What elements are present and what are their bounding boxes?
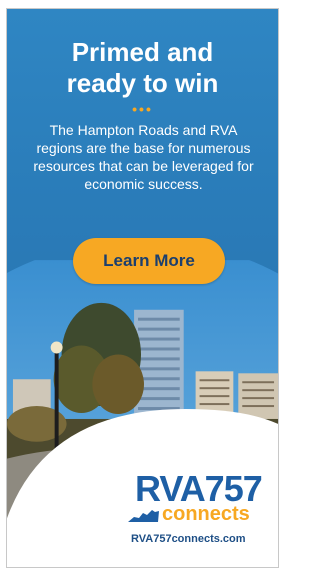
logo-connects: connects bbox=[162, 503, 250, 525]
learn-more-button[interactable]: Learn More bbox=[73, 238, 225, 284]
virginia-state-icon bbox=[128, 510, 159, 522]
site-url-link[interactable]: RVA757connects.com bbox=[131, 533, 246, 545]
headline-line-2: ready to win bbox=[66, 68, 219, 98]
logo-rva757: RVA757 bbox=[135, 468, 263, 509]
ad-body-text: The Hampton Roads and RVA regions are th… bbox=[33, 122, 254, 192]
headline-line-1: Primed and bbox=[71, 37, 214, 67]
ad-banner[interactable]: Primed and ready to win ••• The Hampton … bbox=[6, 8, 279, 568]
decorative-dots: ••• bbox=[132, 101, 153, 117]
